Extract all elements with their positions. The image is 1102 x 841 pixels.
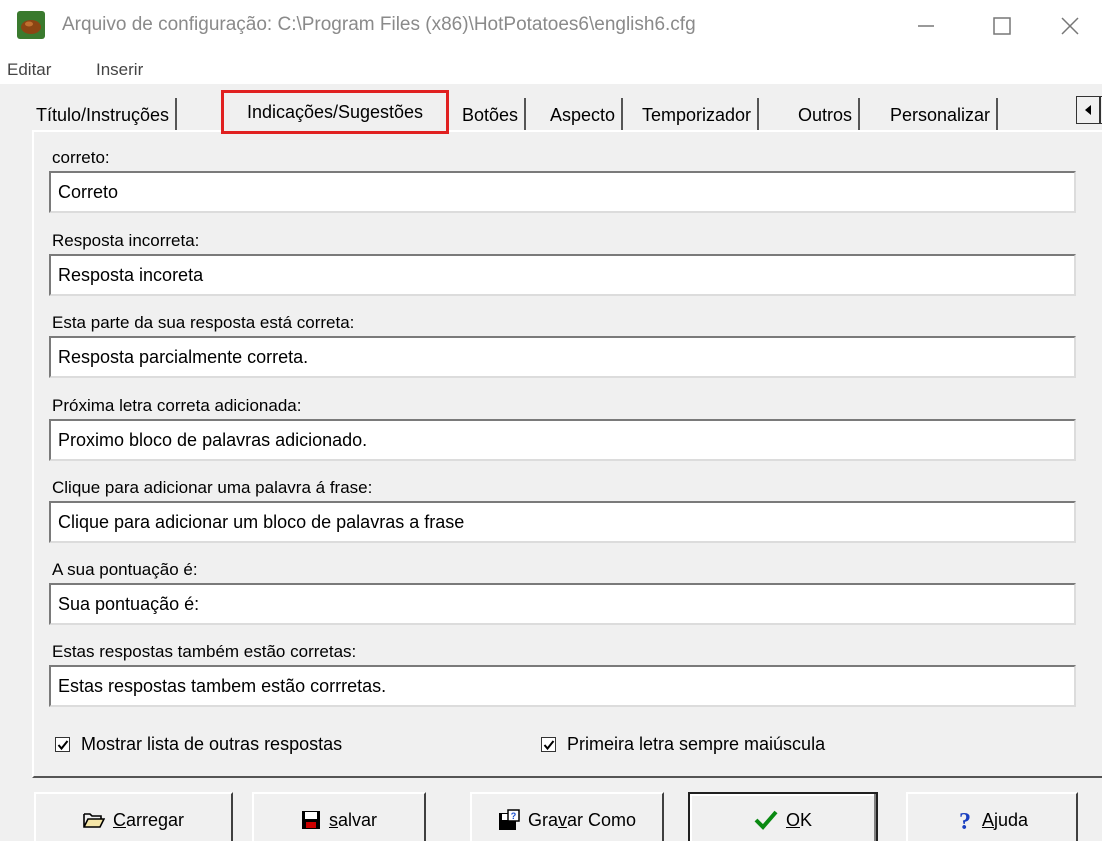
maximize-button[interactable] xyxy=(972,6,1032,46)
mostrar-lista-checkbox[interactable] xyxy=(55,737,70,752)
gravar-mnemonic: v xyxy=(557,809,567,830)
maximize-icon xyxy=(993,17,1011,35)
salvar-button[interactable]: salvar xyxy=(252,792,426,841)
primeira-letra-checkbox-row[interactable]: Primeira letra sempre maiúscula xyxy=(541,734,825,755)
primeira-letra-checkbox[interactable] xyxy=(541,737,556,752)
tab-scroll-left-button[interactable] xyxy=(1076,96,1100,124)
label-proxima-letra: Próxima letra correta adicionada: xyxy=(52,396,302,415)
outras-respostas-input[interactable] xyxy=(49,665,1076,707)
tab-botoes[interactable]: Botões xyxy=(456,98,527,132)
save-disk-icon xyxy=(301,811,320,829)
correto-input[interactable] xyxy=(49,171,1076,213)
hot-potatoes-app-icon xyxy=(16,10,46,40)
help-question-icon: ? xyxy=(959,809,971,832)
minimize-icon xyxy=(918,25,934,27)
caret-left-icon xyxy=(1085,105,1091,115)
ajuda-button[interactable]: ? Ajuda xyxy=(906,792,1078,841)
close-button[interactable] xyxy=(1040,6,1100,46)
checkmark-icon xyxy=(57,739,68,750)
tab-scroll-arrows xyxy=(1076,96,1102,124)
open-folder-icon xyxy=(83,813,105,828)
ajuda-label: juda xyxy=(993,809,1029,830)
tab-titulo-instrucoes[interactable]: Título/Instruções xyxy=(30,98,178,132)
carregar-label: arregar xyxy=(125,809,185,830)
salvar-label: alvar xyxy=(337,809,377,830)
save-as-disk-icon: ? xyxy=(498,809,520,830)
menu-editar[interactable]: Editar xyxy=(7,60,51,80)
svg-text:?: ? xyxy=(511,811,517,821)
ajuda-mnemonic: A xyxy=(981,809,994,830)
resposta-incorreta-input[interactable] xyxy=(49,254,1076,296)
label-outras-respostas: Estas respostas também estão corretas: xyxy=(52,642,357,661)
tab-strip: Título/Instruções Indicações/Sugestões B… xyxy=(30,90,1102,134)
salvar-mnemonic: s xyxy=(328,809,338,830)
tab-indicacoes-sugestoes[interactable]: Indicações/Sugestões xyxy=(221,90,449,134)
ok-button[interactable]: OK xyxy=(688,792,878,841)
close-icon xyxy=(1061,17,1079,35)
gravar-label-start: Gra xyxy=(527,809,558,830)
mostrar-lista-label: Mostrar lista de outras respostas xyxy=(81,734,343,754)
label-correto: correto: xyxy=(52,148,110,167)
gravar-label-end: ar Como xyxy=(566,809,637,830)
label-resposta-incorreta: Resposta incorreta: xyxy=(52,231,200,250)
tab-personalizar[interactable]: Personalizar xyxy=(884,98,999,132)
label-parte-correta: Esta parte da sua resposta está correta: xyxy=(52,313,355,332)
menu-bar: Editar Inserir xyxy=(0,58,1102,82)
label-clique-adicionar: Clique para adicionar uma palavra á fras… xyxy=(52,478,373,497)
proxima-letra-input[interactable] xyxy=(49,419,1076,461)
green-checkmark-icon xyxy=(754,810,778,830)
mostrar-lista-checkbox-row[interactable]: Mostrar lista de outras respostas xyxy=(55,734,342,755)
menu-inserir[interactable]: Inserir xyxy=(96,60,143,80)
parte-correta-input[interactable] xyxy=(49,336,1076,378)
tab-aspecto[interactable]: Aspecto xyxy=(544,98,624,132)
pontuacao-input[interactable] xyxy=(49,583,1076,625)
svg-text:?: ? xyxy=(959,809,971,832)
ok-mnemonic: O xyxy=(785,809,800,830)
window-title: Arquivo de configuração: C:\Program File… xyxy=(62,14,696,35)
label-pontuacao: A sua pontuação é: xyxy=(52,560,198,579)
primeira-letra-label: Primeira letra sempre maiúscula xyxy=(567,734,826,754)
carregar-mnemonic: C xyxy=(112,809,126,830)
minimize-button[interactable] xyxy=(896,6,956,46)
clique-adicionar-input[interactable] xyxy=(49,501,1076,543)
tab-outros[interactable]: Outros xyxy=(792,98,861,132)
gravar-como-button[interactable]: ? Gravar Como xyxy=(470,792,664,841)
ok-label: K xyxy=(800,809,813,830)
tab-temporizador[interactable]: Temporizador xyxy=(636,98,760,132)
carregar-button[interactable]: Carregar xyxy=(34,792,233,841)
title-bar: Arquivo de configuração: C:\Program File… xyxy=(0,0,1102,56)
checkmark-icon xyxy=(543,739,554,750)
